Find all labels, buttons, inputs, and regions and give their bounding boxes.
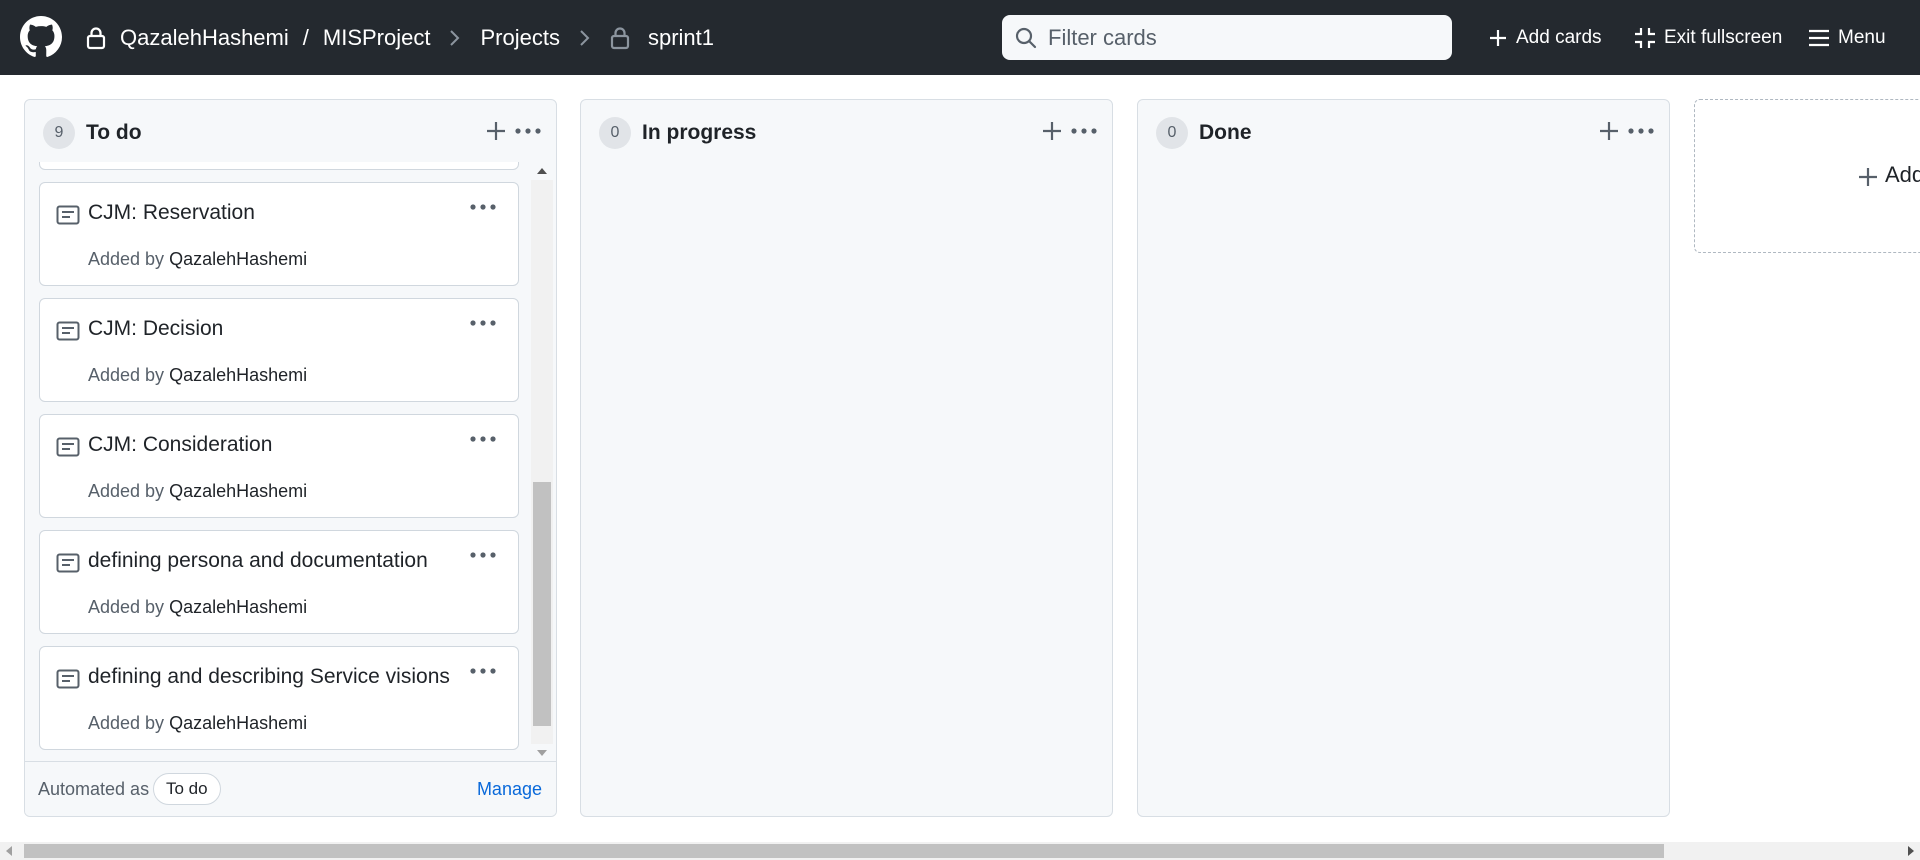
card-list-scrollbar[interactable] [531,162,553,762]
card-more-options-icon[interactable] [466,661,500,681]
card[interactable]: CJM: Reservation Added by QazalehHashemi [39,182,519,286]
card[interactable]: CJM: Decision Added by QazalehHashemi [39,298,519,402]
column-done: 0 Done [1137,99,1670,817]
note-icon [56,321,80,341]
breadcrumb-repo-link[interactable]: MISProject [323,25,431,51]
card-author-link[interactable]: QazalehHashemi [169,249,307,269]
exit-fullscreen-icon [1635,27,1655,48]
exit-fullscreen-label: Exit fullscreen [1664,26,1783,48]
column-to-do: 9 To do CJM: Reservation Added by Qazale… [24,99,557,817]
column-header: 9 To do [25,100,556,162]
added-by-label: Added by [88,481,165,501]
note-icon [56,437,80,457]
lock-icon [86,26,106,49]
chevron-right-icon [450,29,460,46]
exit-fullscreen-button[interactable]: Exit fullscreen [1634,0,1782,75]
card-partial[interactable] [39,162,519,170]
github-logo-icon[interactable] [20,16,62,58]
breadcrumb-projects-link[interactable]: Projects [480,25,559,51]
card-meta: Added by QazalehHashemi [88,713,307,734]
card[interactable]: defining and describing Service visions … [39,646,519,750]
card-more-options-icon[interactable] [466,313,500,333]
scrollbar-thumb[interactable] [24,844,1664,858]
breadcrumb: QazalehHashemi / MISProject Projects spr… [86,0,714,75]
filter-cards-box[interactable] [1002,15,1452,60]
card-more-options-icon[interactable] [466,545,500,565]
scroll-down-arrow-icon[interactable] [531,744,553,762]
breadcrumb-separator: / [302,24,309,50]
column-header: 0 Done [1138,100,1669,162]
card-author-link[interactable]: QazalehHashemi [169,365,307,385]
plus-icon [1490,29,1506,46]
card-title[interactable]: defining and describing Service visions [88,665,450,689]
hamburger-menu-icon [1809,29,1829,46]
card-author-link[interactable]: QazalehHashemi [169,713,307,733]
breadcrumb-project-name[interactable]: sprint1 [648,25,714,51]
card-meta: Added by QazalehHashemi [88,481,307,502]
card-title[interactable]: CJM: Decision [88,317,223,341]
private-lock-icon [610,26,630,49]
add-column-label: Add [1885,162,1920,187]
top-header: QazalehHashemi / MISProject Projects spr… [0,0,1920,75]
column-footer: Automated as To do Manage [25,761,556,816]
column-count-badge: 0 [599,117,631,149]
column-count-badge: 9 [43,117,75,149]
filter-cards-input[interactable] [1048,24,1428,51]
column-more-options-icon[interactable] [1624,116,1658,146]
column-title: Done [1199,121,1252,144]
added-by-label: Added by [88,365,165,385]
card[interactable]: CJM: Consideration Added by QazalehHashe… [39,414,519,518]
card[interactable]: defining persona and documentation Added… [39,530,519,634]
scrollbar-thumb[interactable] [533,482,551,726]
column-header: 0 In progress [581,100,1112,162]
card-meta: Added by QazalehHashemi [88,597,307,618]
add-card-plus-icon[interactable] [1594,116,1624,146]
column-title: In progress [642,121,757,144]
column-more-options-icon[interactable] [1067,116,1101,146]
card-meta: Added by QazalehHashemi [88,365,307,386]
menu-button[interactable]: Menu [1808,0,1886,75]
added-by-label: Added by [88,597,165,617]
card-meta: Added by QazalehHashemi [88,249,307,270]
note-icon [56,669,80,689]
card-author-link[interactable]: QazalehHashemi [169,481,307,501]
added-by-label: Added by [88,249,165,269]
breadcrumb-owner-link[interactable]: QazalehHashemi [120,25,289,51]
menu-label: Menu [1838,26,1886,48]
card-more-options-icon[interactable] [466,197,500,217]
chevron-right-icon [580,29,590,46]
board-horizontal-scrollbar[interactable] [0,842,1920,860]
add-card-plus-icon[interactable] [1037,116,1067,146]
card-list: CJM: Reservation Added by QazalehHashemi… [37,162,531,762]
column-count-badge: 0 [1156,117,1188,149]
automated-as-label: Automated as [38,779,150,799]
scroll-left-arrow-icon[interactable] [0,842,18,860]
column-title: To do [86,121,142,144]
card-title[interactable]: CJM: Reservation [88,201,255,225]
automation-badge: To do [153,773,221,805]
note-icon [56,205,80,225]
card-author-link[interactable]: QazalehHashemi [169,597,307,617]
scroll-right-arrow-icon[interactable] [1902,842,1920,860]
manage-automation-link[interactable]: Manage [477,779,542,800]
add-column-button[interactable]: Add [1694,99,1920,253]
add-card-plus-icon[interactable] [481,116,511,146]
note-icon [56,553,80,573]
add-cards-button[interactable]: Add cards [1488,0,1602,75]
card-more-options-icon[interactable] [466,429,500,449]
add-cards-label: Add cards [1516,26,1602,48]
column-more-options-icon[interactable] [511,116,545,146]
card-title[interactable]: defining persona and documentation [88,549,428,573]
search-icon [1015,27,1037,48]
plus-icon [1859,168,1877,186]
card-title[interactable]: CJM: Consideration [88,433,272,457]
column-in-progress: 0 In progress [580,99,1113,817]
added-by-label: Added by [88,713,165,733]
scroll-up-arrow-icon[interactable] [531,162,553,180]
